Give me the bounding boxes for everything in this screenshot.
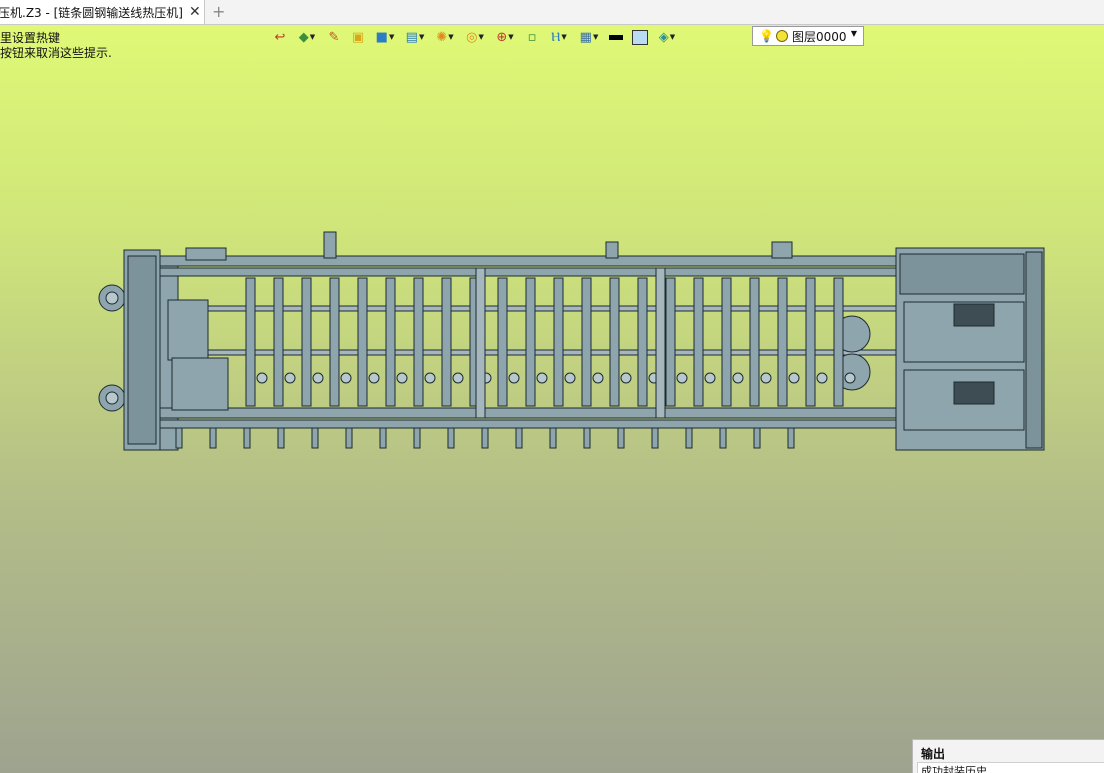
exit-icon[interactable]: ↩ (270, 27, 290, 47)
document-tab-title: 压机.Z3 - [链条圆钢输送线热压机] (0, 5, 183, 20)
light-bulb-icon[interactable]: 💡 (759, 29, 774, 43)
views-icon[interactable]: ▤ ▼ (402, 27, 428, 47)
chevron-down-icon[interactable]: ▼ (851, 29, 857, 38)
document-tab[interactable]: 压机.Z3 - [链条圆钢输送线热压机] ✕ (0, 0, 205, 24)
layer-select[interactable]: 💡 图层0000 ▼ (752, 26, 864, 46)
box-yellow-icon[interactable]: ▣ (348, 27, 368, 47)
display-mode-icon[interactable]: ▦ ▼ (576, 27, 602, 47)
hint-line-2: 按钮来取消这些提示. (0, 46, 112, 60)
sphere-orange-icon[interactable]: ✺ ▼ (432, 27, 458, 47)
layers-stack-icon[interactable]: ◈ ▼ (654, 27, 680, 47)
machine-3d-model[interactable] (96, 222, 1056, 457)
layer-select-value: 图层0000 (791, 29, 847, 44)
output-text: 成功封装历史 (917, 762, 1104, 773)
cube-blue-icon[interactable]: ■ ▼ (372, 27, 398, 47)
output-panel-title: 输出 (921, 747, 946, 761)
new-tab-button[interactable]: + (212, 2, 225, 21)
layer-color-icon (775, 30, 788, 42)
document-tab-bar: 压机.Z3 - [链条圆钢输送线热压机] ✕ + (0, 0, 1104, 25)
target-circle-icon[interactable]: ◎ ▼ (462, 27, 488, 47)
brush-icon[interactable]: ✎ (324, 27, 344, 47)
snap-point-icon[interactable]: ⊕ ▼ (492, 27, 518, 47)
view-toolbar: ↩ ◆ ▼ ✎ ▣ ■ ▼ ▤ ▼ ✺ ▼ ◎ ▼ ⊕ ▼ ▫ Ⲏ ▼ ▦ ▼ ◈ ▼ (270, 26, 680, 48)
output-panel: 输出 成功封装历史 (912, 739, 1104, 773)
close-icon[interactable]: ✕ (189, 4, 201, 20)
line-color-icon[interactable] (606, 27, 626, 47)
face-color-icon[interactable] (630, 27, 650, 47)
fit-view-icon[interactable]: ▫ (522, 27, 542, 47)
shape-layers-icon[interactable]: ◆ ▼ (294, 27, 320, 47)
dimension-icon[interactable]: Ⲏ ▼ (546, 27, 572, 47)
